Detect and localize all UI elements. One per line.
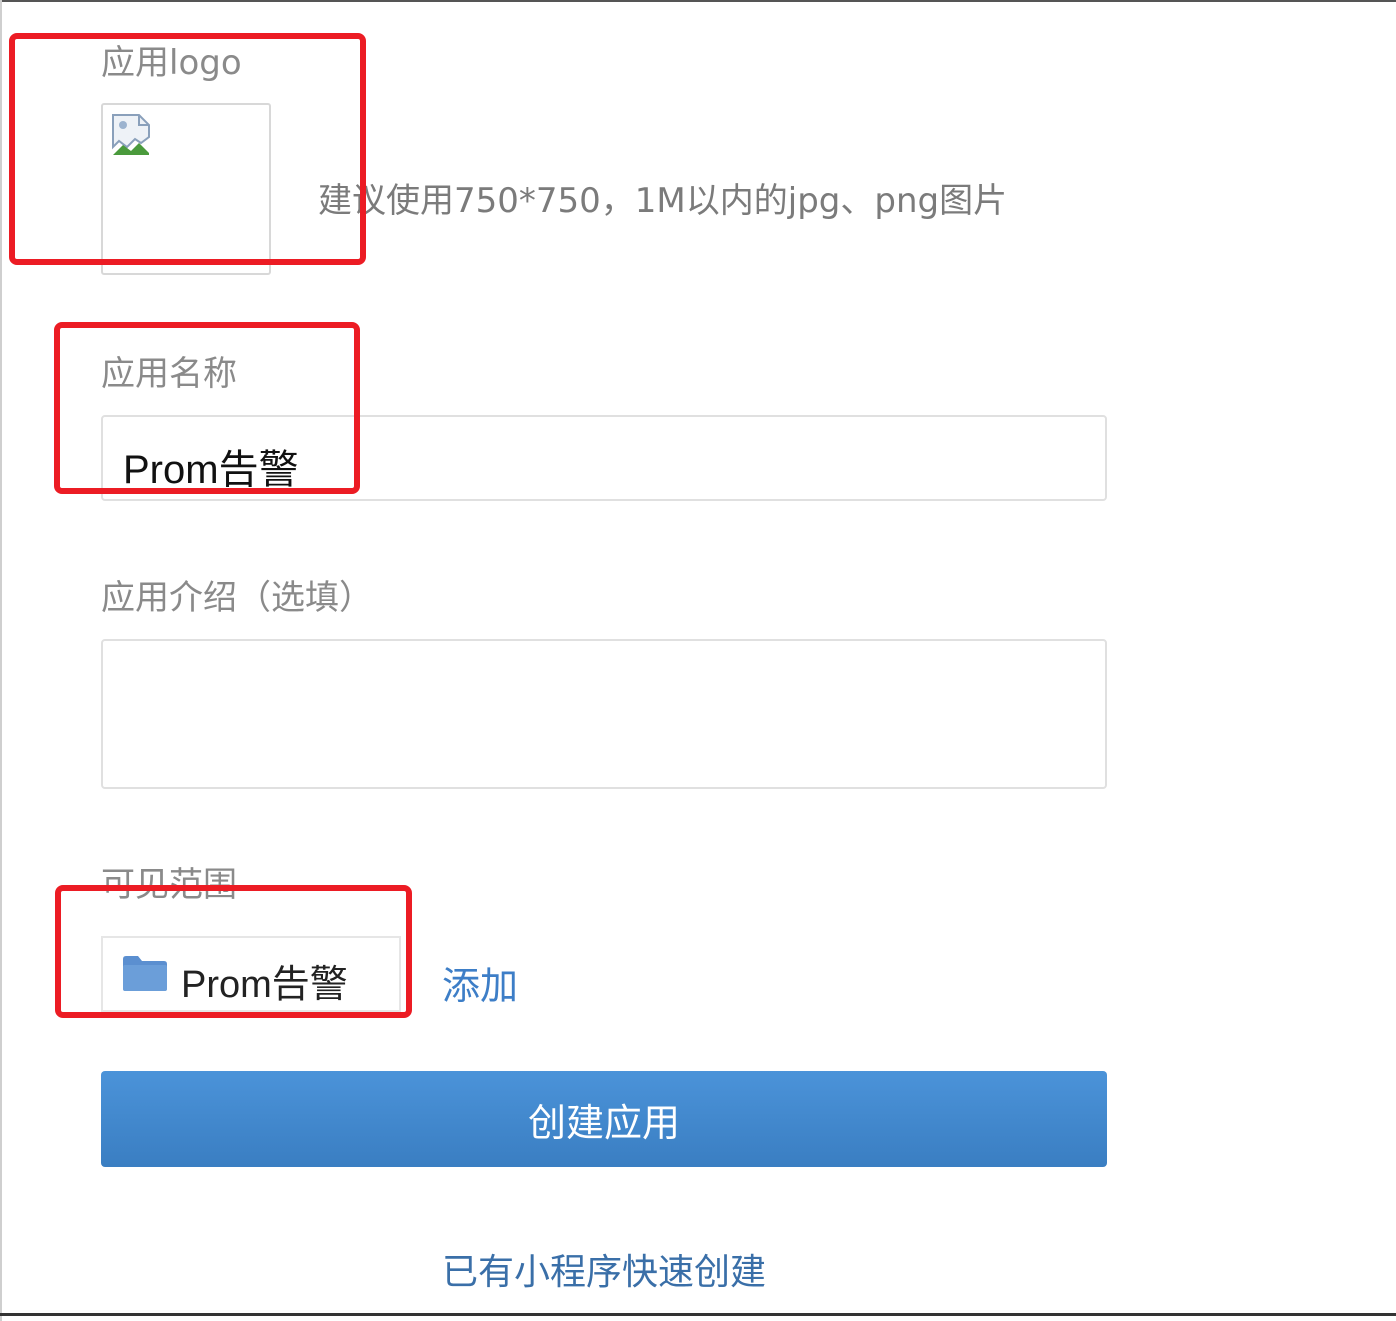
app-name-input[interactable]: Prom告警 [101, 415, 1107, 501]
visibility-selected-item[interactable]: Prom告警 [101, 936, 401, 1012]
app-name-label: 应用名称 [101, 354, 237, 394]
app-intro-label: 应用介绍（选填） [101, 578, 373, 618]
bottom-border [0, 1313, 1396, 1316]
broken-image-icon [112, 114, 150, 155]
logo-label: 应用logo [101, 43, 242, 83]
quick-create-link[interactable]: 已有小程序快速创建 [0, 1243, 1208, 1295]
top-border [0, 0, 1396, 2]
create-app-button[interactable]: 创建应用 [101, 1071, 1107, 1167]
left-border [0, 0, 2, 1321]
add-visibility-link[interactable]: 添加 [442, 955, 518, 1010]
logo-hint: 建议使用750*750，1M以内的jpg、png图片 [318, 181, 1008, 221]
logo-upload[interactable] [101, 103, 271, 275]
folder-icon [123, 956, 167, 991]
visibility-label: 可见范围 [101, 865, 237, 905]
visibility-item-text: Prom告警 [181, 964, 348, 1006]
app-intro-textarea[interactable] [101, 639, 1107, 789]
app-name-value: Prom告警 [123, 448, 299, 492]
